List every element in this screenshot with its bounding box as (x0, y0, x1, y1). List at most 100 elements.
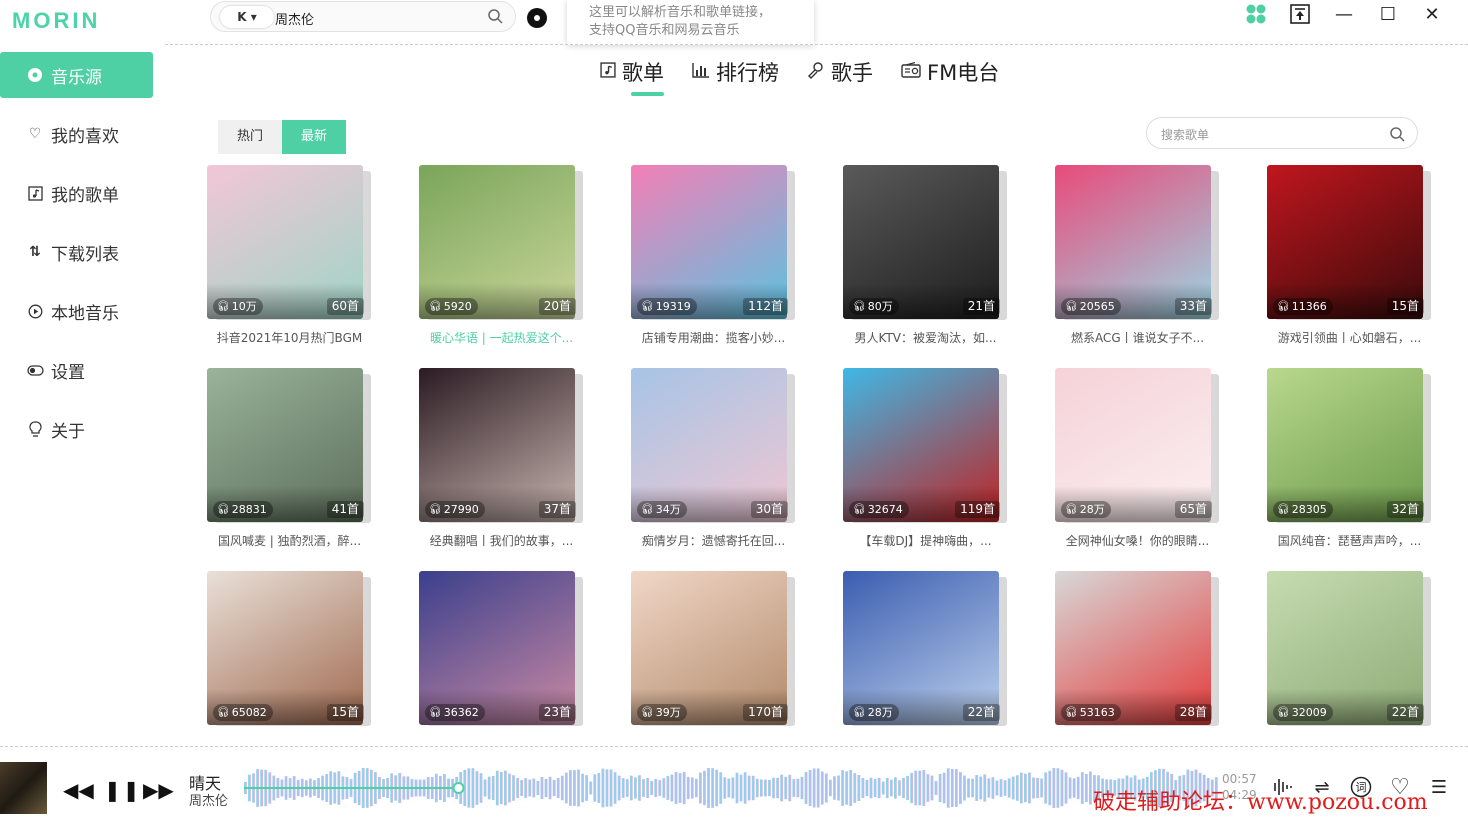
pause-button[interactable]: ❚❚ (104, 778, 142, 802)
watermark-text: 破走辅助论坛：www.pozou.com (1093, 790, 1428, 815)
close-button[interactable]: ✕ (1410, 0, 1454, 28)
waveform-bar (609, 769, 613, 807)
playlist-card[interactable]: 🎧︎ 36362 23首 (419, 571, 584, 745)
playlist-cover-stack (207, 368, 371, 523)
waveform-bar (824, 773, 828, 803)
playlist-title[interactable]: 抖音2021年10月热门BGM (207, 329, 372, 346)
playlist-cover[interactable] (419, 571, 575, 725)
playlist-card[interactable]: 🎧︎ 32009 22首 (1267, 571, 1432, 745)
maximize-button[interactable]: ☐ (1366, 0, 1410, 28)
playlist-title[interactable]: 国风纯音：琵琶声声吟，... (1267, 532, 1432, 549)
playlist-card[interactable]: 🎧︎ 53163 28首 (1055, 571, 1220, 745)
sidebar-item-downloads[interactable]: ⇅ 下载列表 (0, 229, 153, 275)
waveform-bar (971, 778, 975, 798)
playlist-cover[interactable] (1055, 571, 1211, 725)
waveform-bar (1011, 776, 1015, 800)
playlist-card[interactable]: 🎧︎ 10万 60首 抖音2021年10月热门BGM (207, 165, 372, 355)
playlist-card[interactable]: 🎧︎ 5920 20首 暖心华语 | 一起热爱这个... (419, 165, 584, 355)
progress-knob[interactable] (452, 782, 465, 794)
playlist-cover[interactable] (631, 571, 787, 725)
tab-artists[interactable]: 歌手 (807, 55, 873, 89)
playlist-cover[interactable] (843, 165, 999, 319)
header-divider (165, 44, 1468, 45)
playlist-title[interactable]: 【车载DJ】提神嗨曲，... (843, 532, 1008, 549)
playlist-cover[interactable] (1267, 571, 1423, 725)
sidebar-item-music-source[interactable]: 音乐源 (0, 52, 153, 98)
filter-latest-button[interactable]: 最新 (282, 120, 346, 154)
waveform-bar (1076, 776, 1080, 800)
headphones-icon: 🎧︎ (429, 504, 442, 515)
playlist-cover[interactable] (419, 368, 575, 522)
playlist-card[interactable]: 🎧︎ 28831 41首 国风喊麦 | 独酌烈酒，醉... (207, 368, 372, 558)
playlist-cover[interactable] (631, 165, 787, 319)
previous-button[interactable]: ◀◀ (63, 778, 94, 802)
playlist-title[interactable]: 全网神仙女嗓！你的眼睛... (1055, 532, 1220, 549)
playlist-card[interactable]: 🎧︎ 80万 21首 男人KTV：被爱淘汰，如... (843, 165, 1008, 355)
playlist-title[interactable]: 游戏引领曲丨心如磐石，... (1267, 329, 1432, 346)
sidebar-item-settings[interactable]: 设置 (0, 347, 153, 393)
playlist-cover-stack (1055, 571, 1219, 726)
playlist-cover[interactable] (843, 368, 999, 522)
sidebar-item-my-playlists[interactable]: 我的歌单 (0, 170, 153, 216)
play-count-badge: 🎧︎ 19319 (637, 298, 697, 315)
song-count-badge: 65首 (1174, 501, 1212, 518)
playlist-search-input[interactable]: 搜索歌单 (1146, 117, 1418, 149)
playlist-card[interactable]: 🎧︎ 65082 15首 (207, 571, 372, 745)
source-selector[interactable]: K ▾ (220, 6, 274, 28)
search-icon[interactable] (1389, 126, 1405, 142)
play-count: 80万 (867, 300, 893, 313)
tab-playlists[interactable]: 歌单 (600, 55, 664, 96)
search-bar[interactable]: K ▾ 周杰伦 (210, 1, 516, 32)
playlist-card[interactable]: 🎧︎ 11366 15首 游戏引领曲丨心如磐石，... (1267, 165, 1432, 355)
playlist-title[interactable]: 暖心华语 | 一起热爱这个... (419, 329, 584, 346)
play-count-badge: 🎧︎ 39万 (637, 704, 687, 721)
play-count: 65082 (231, 706, 267, 719)
playlist-cover[interactable] (1267, 165, 1423, 319)
sidebar-item-favorites[interactable]: ♡ 我的喜欢 (0, 111, 153, 157)
minimize-button[interactable]: — (1322, 0, 1366, 28)
playlist-cover[interactable] (207, 571, 363, 725)
mini-mode-button[interactable] (1278, 0, 1322, 28)
playlist-queue-button[interactable]: ☰ (1426, 774, 1452, 800)
playlist-card[interactable]: 🎧︎ 27990 37首 经典翻唱丨我们的故事，... (419, 368, 584, 558)
search-icon[interactable] (487, 8, 503, 24)
filter-hot-button[interactable]: 热门 (218, 120, 282, 154)
waveform-bar (841, 770, 845, 806)
playlist-card[interactable]: 🎧︎ 32674 119首 【车载DJ】提神嗨曲，... (843, 368, 1008, 558)
playlist-title[interactable]: 经典翻唱丨我们的故事，... (419, 532, 584, 549)
waveform-bar (918, 770, 922, 806)
sidebar-item-about[interactable]: 关于 (0, 406, 153, 452)
playlist-card[interactable]: 🎧︎ 28万 65首 全网神仙女嗓！你的眼睛... (1055, 368, 1220, 558)
playlist-card[interactable]: 🎧︎ 20565 33首 燃系ACG丨谁说女子不... (1055, 165, 1220, 355)
playlist-title[interactable]: 男人KTV：被爱淘汰，如... (843, 329, 1008, 346)
playlist-card[interactable]: 🎧︎ 28万 22首 (843, 571, 1008, 745)
playlist-cover[interactable] (207, 165, 363, 319)
playlist-card[interactable]: 🎧︎ 39万 170首 (631, 571, 796, 745)
playlist-cover[interactable] (843, 571, 999, 725)
playlist-card[interactable]: 🎧︎ 34万 30首 痴情岁月：遗憾寄托在回... (631, 368, 796, 558)
waveform-bar (621, 778, 625, 798)
playlist-card[interactable]: 🎧︎ 28305 32首 国风纯音：琵琶声声吟，... (1267, 368, 1432, 558)
waveform-progress[interactable] (244, 768, 1219, 808)
playlist-cover[interactable] (419, 165, 575, 319)
headphones-icon: 🎧︎ (217, 301, 230, 312)
playlist-cover[interactable] (1055, 368, 1211, 522)
playlist-cover[interactable] (1055, 165, 1211, 319)
sidebar-item-local-music[interactable]: 本地音乐 (0, 288, 153, 334)
playlist-title[interactable]: 国风喊麦 | 独酌烈酒，醉... (207, 532, 372, 549)
tab-charts[interactable]: 排行榜 (692, 55, 779, 89)
playlist-cover[interactable] (1267, 368, 1423, 522)
playlist-title[interactable]: 痴情岁月：遗憾寄托在回... (631, 532, 796, 549)
parse-link-button[interactable] (527, 8, 547, 28)
tab-fm-radio[interactable]: FM电台 (901, 55, 999, 89)
waveform-bar (751, 775, 755, 801)
now-playing-cover[interactable] (0, 762, 47, 814)
skin-button[interactable] (1234, 0, 1278, 28)
search-input[interactable]: 周杰伦 (275, 9, 314, 28)
playlist-cover[interactable] (207, 368, 363, 522)
playlist-title[interactable]: 店铺专用潮曲：揽客小妙... (631, 329, 796, 346)
playlist-title[interactable]: 燃系ACG丨谁说女子不... (1055, 329, 1220, 346)
playlist-card[interactable]: 🎧︎ 19319 112首 店铺专用潮曲：揽客小妙... (631, 165, 796, 355)
playlist-cover[interactable] (631, 368, 787, 522)
next-button[interactable]: ▶▶ (143, 778, 174, 802)
